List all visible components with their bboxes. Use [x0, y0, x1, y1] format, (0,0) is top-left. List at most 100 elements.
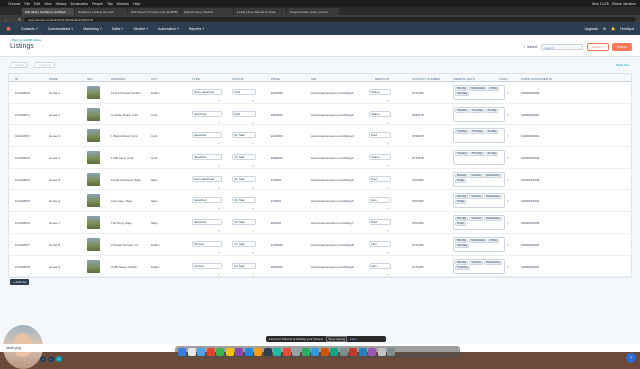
safari-icon[interactable] — [197, 348, 205, 356]
cell-price[interactable]: £235000 — [271, 243, 283, 247]
cell-address[interactable]: 2 Rosen Terrace, Co — [111, 243, 138, 247]
col-status[interactable]: STATUS — [232, 77, 243, 81]
menu-window[interactable]: Window — [117, 2, 129, 6]
table-row[interactable]: 101018976 House 7 The Drug, Sligo Sligo … — [9, 212, 631, 234]
nav-reports[interactable]: Reports ˅ — [189, 27, 204, 31]
cell-id[interactable]: 101018978 — [15, 265, 30, 269]
nav-contacts[interactable]: Contacts ˅ — [21, 27, 38, 31]
cell-address[interactable]: Lough Gill Road, Sligo — [111, 178, 141, 182]
chevron-down-icon[interactable]: ˅ — [507, 113, 509, 117]
cell-contact-number[interactable]: 0767990 — [412, 178, 424, 182]
realtor-select[interactable]: Paul ˅ — [369, 175, 391, 190]
reload-icon[interactable]: ↻ — [18, 17, 21, 22]
menu-file[interactable]: File — [24, 2, 30, 6]
day-chip[interactable]: Sunday — [485, 108, 499, 113]
table-row[interactable]: 101018973 House 4 1 Mill Lane, Cork Cork… — [9, 147, 631, 169]
col-address[interactable]: ADDRESS — [111, 77, 126, 81]
app-icon[interactable] — [330, 348, 338, 356]
type-select[interactable]: Semi-detached ˅ — [192, 175, 222, 190]
finder-icon[interactable] — [178, 348, 186, 356]
chevron-down-icon[interactable]: ˅ — [507, 199, 509, 203]
video-prev-button[interactable]: ‹ — [40, 356, 46, 362]
forward-arrow-icon[interactable]: → — [11, 17, 15, 22]
nav-conversations[interactable]: Conversations ˅ — [48, 27, 73, 31]
chevron-down-icon[interactable]: ˅ — [507, 221, 509, 225]
cell-contact-number[interactable]: 0771183 — [412, 91, 423, 95]
app-icon[interactable] — [358, 348, 367, 356]
day-chip[interactable]: Wednesday — [484, 217, 502, 222]
cell-name[interactable]: House 8 — [49, 243, 60, 247]
table-row[interactable]: 101018977 House 8 2 Rosen Terrace, Co Du… — [9, 234, 631, 256]
day-chip[interactable]: Tuesday — [469, 173, 484, 178]
cell-price[interactable]: £300000 — [271, 113, 283, 117]
browser-tab[interactable]: Edit table | HubSpot | HubSpot — [22, 8, 74, 15]
cell-contact-number[interactable]: 0771183 — [412, 243, 423, 247]
cell-contact-number[interactable]: 0771183 — [412, 265, 423, 269]
day-chip[interactable]: Friday — [487, 238, 500, 243]
day-chip[interactable]: Tuesday — [469, 260, 484, 265]
cell-address[interactable]: 14 North Road, Dublin — [111, 91, 141, 95]
messages-icon[interactable] — [216, 348, 224, 356]
cell-id[interactable]: 101018975 — [15, 199, 30, 203]
cell-code-container-id[interactable]: 10000018299 — [521, 91, 539, 95]
cell-city[interactable]: Sligo — [151, 199, 158, 203]
chevron-down-icon[interactable]: ˅ — [507, 178, 509, 182]
terminal-icon[interactable] — [263, 348, 272, 356]
day-chip[interactable]: Monday — [455, 173, 469, 178]
cell-price[interactable]: £380000 — [271, 156, 283, 160]
nav-marketing[interactable]: Marketing ˅ — [83, 27, 101, 31]
type-select[interactable]: Terrace ˅ — [192, 240, 222, 255]
table-row[interactable]: 101018972 House 3 1 Brand Road, Cork Cor… — [9, 125, 631, 148]
browser-tab[interactable]: Data Property Search — [181, 8, 233, 15]
cell-city[interactable]: Cork — [151, 113, 157, 117]
day-chip[interactable]: Tuesday — [469, 195, 484, 200]
viewing-days-multiselect[interactable]: Tuesday Thursday Sunday — [453, 150, 505, 166]
browser-tab[interactable]: Leads | Free Sample & Video — [234, 8, 286, 15]
type-select[interactable]: detached ˅ — [192, 132, 222, 146]
menu-edit[interactable]: Edit — [34, 2, 40, 6]
cell-img-thumbnail[interactable] — [87, 86, 100, 99]
col-img[interactable]: IMG — [87, 77, 93, 81]
pause-recording-button[interactable]: ⏸ — [56, 356, 62, 362]
type-select[interactable]: detached ˅ — [192, 219, 222, 233]
video-next-button[interactable]: › — [48, 356, 54, 362]
table-row[interactable]: 101018978 House 9 3 Mill Street, Dublin … — [9, 256, 631, 278]
cell-address[interactable]: 3 Mill Street, Dublin — [111, 265, 137, 269]
stop-sharing-button[interactable]: Stop sharing — [326, 336, 348, 342]
app-icon[interactable] — [368, 348, 376, 356]
table-info-link[interactable]: Table info — [616, 63, 629, 67]
browser-tab[interactable]: Programmatic Voice Content — [287, 8, 339, 15]
cell-contact-number[interactable]: 0796478 — [412, 134, 424, 138]
realtor-select[interactable]: Alex ˅ — [369, 240, 391, 255]
cell-img-thumbnail[interactable] — [87, 172, 100, 186]
day-chip[interactable]: Monday — [455, 260, 469, 265]
day-chip[interactable]: Sunday — [485, 152, 499, 157]
day-chip[interactable]: Monday — [455, 195, 469, 200]
col-id[interactable]: ID — [15, 77, 18, 81]
cell-code-container-id[interactable]: 10000018303 — [521, 178, 539, 182]
chevron-down-icon[interactable]: ˅ — [507, 91, 509, 95]
search-input[interactable]: Search — [541, 44, 583, 50]
cell-url[interactable]: www.dreampropers.com/listing7 — [311, 221, 354, 225]
col-city[interactable]: CITY — [151, 77, 158, 81]
nav-service[interactable]: Service ˅ — [133, 27, 148, 31]
cell-name[interactable]: House 2 — [49, 113, 60, 117]
cell-code-container-id[interactable]: 10000018307 — [521, 265, 539, 269]
day-chip[interactable]: Monday — [455, 87, 469, 91]
day-chip[interactable]: Wednesday — [484, 173, 502, 178]
viewing-days-multiselect[interactable]: Tuesday Thursday Sunday — [453, 128, 505, 144]
cell-contact-number[interactable]: 0796478 — [412, 113, 424, 117]
viewing-days-multiselect[interactable]: Monday Tuesday Wednesday Friday — [453, 193, 505, 209]
cell-contact-number[interactable]: 0767990 — [412, 199, 424, 203]
cell-url[interactable]: www.dreampropers.com/listing2 — [311, 113, 354, 117]
back-arrow-icon[interactable]: ← — [4, 17, 8, 22]
notes-icon[interactable] — [225, 348, 234, 356]
chrome-icon[interactable] — [206, 348, 215, 356]
cell-id[interactable]: 101018973 — [15, 156, 30, 160]
cell-city[interactable]: Sligo — [151, 221, 158, 225]
cell-img-thumbnail[interactable] — [87, 237, 100, 251]
cell-code-container-id[interactable]: 10000018302 — [521, 156, 539, 160]
day-chip[interactable]: Monday — [455, 217, 469, 222]
app-icon[interactable] — [320, 348, 329, 356]
cell-url[interactable]: www.dreampropers.com/listing5 — [311, 178, 354, 182]
